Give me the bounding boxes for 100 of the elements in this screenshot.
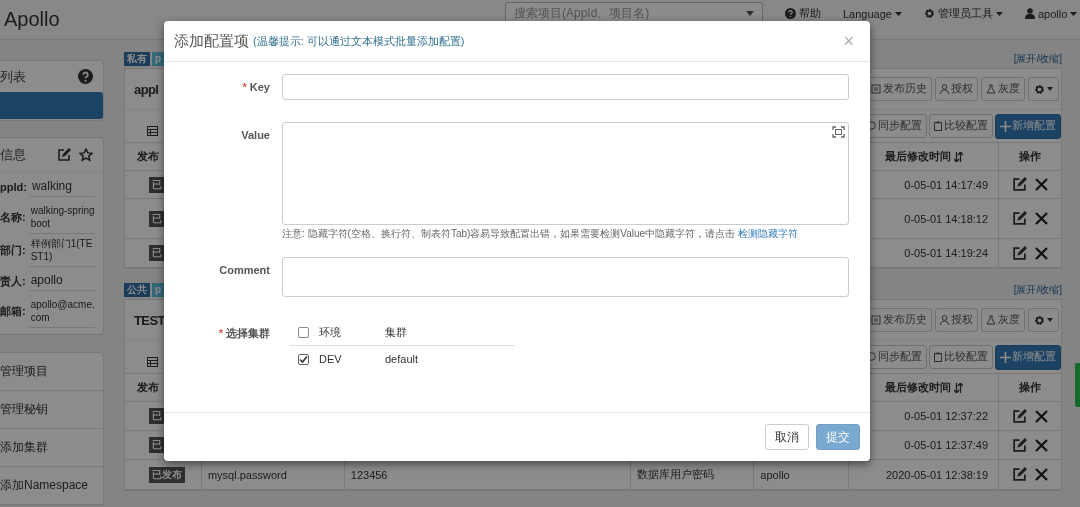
caret-icon xyxy=(1070,11,1078,16)
user-icon xyxy=(1024,8,1035,19)
plus-icon xyxy=(1000,351,1011,363)
status-badge: 已 xyxy=(149,437,165,453)
edit-icon[interactable] xyxy=(1012,177,1028,192)
side-handle[interactable] xyxy=(1075,363,1080,407)
dialog-hint: (温馨提示: 可以通过文本模式批量添加配置) xyxy=(253,33,465,49)
gear-icon xyxy=(1034,83,1045,95)
settings-dropdown-button[interactable] xyxy=(1028,77,1059,101)
field-label: 邮箱: xyxy=(0,304,26,319)
user-icon xyxy=(940,84,949,94)
close-button[interactable]: × xyxy=(837,30,860,52)
edit-icon[interactable] xyxy=(1012,211,1028,226)
fullscreen-icon[interactable] xyxy=(832,126,845,138)
field-value: 样例部门1(TEST1) xyxy=(28,234,95,267)
field-value: walking xyxy=(29,177,95,197)
list-icon xyxy=(871,84,881,94)
clipboard-icon xyxy=(934,120,942,131)
namespace-tag: 公共 xyxy=(124,282,150,297)
field-label: 部门: xyxy=(0,243,26,258)
caret-icon xyxy=(1047,87,1053,91)
toolbar-button[interactable]: 授权 xyxy=(935,308,978,332)
table-cell: 0-05-01 12:37:22 xyxy=(904,410,989,422)
namespace-title: TEST xyxy=(134,312,165,328)
edit-icon[interactable] xyxy=(1012,437,1028,453)
field-label: 责人: xyxy=(0,273,26,289)
help-icon xyxy=(785,8,796,19)
toolbar-button[interactable]: 比较配置 xyxy=(929,344,993,369)
table-cell: default xyxy=(385,353,419,365)
toolbar-button[interactable]: 新增配置 xyxy=(995,113,1061,139)
detect-hidden-characters-link[interactable]: 检测隐藏字符 xyxy=(737,228,798,239)
toolbar-button[interactable]: 灰度 xyxy=(981,308,1025,332)
key-input[interactable] xyxy=(282,74,849,100)
edit-icon[interactable] xyxy=(1012,408,1028,424)
sidebar-menu-item[interactable]: 管理秘钥 xyxy=(0,391,103,429)
sidebar-menu-item[interactable]: 添加Namespace xyxy=(0,467,103,505)
table-cell: 0-05-01 12:37:49 xyxy=(904,439,989,451)
caret-icon xyxy=(1047,318,1053,322)
table-icon[interactable] xyxy=(147,126,158,136)
flask-icon xyxy=(986,315,996,325)
column-header[interactable]: 最后修改时间 xyxy=(884,380,951,395)
delete-icon[interactable] xyxy=(1035,178,1049,191)
column-header: 环境 xyxy=(319,324,342,340)
help-icon[interactable] xyxy=(78,69,93,84)
delete-icon[interactable] xyxy=(1035,468,1049,481)
field-label: ppId: xyxy=(0,181,27,193)
dialog-title: 添加配置项 xyxy=(174,31,249,51)
toolbar-button[interactable]: 授权 xyxy=(935,77,978,101)
table-icon[interactable] xyxy=(147,357,158,367)
table-cell: 2020-05-01 12:38:19 xyxy=(885,468,989,481)
column-header: 操作 xyxy=(1019,149,1042,164)
settings-dropdown-button[interactable] xyxy=(1028,308,1059,332)
delete-icon[interactable] xyxy=(1035,438,1049,452)
toolbar-button[interactable]: 新增配置 xyxy=(995,344,1061,370)
table-cell: 0-05-01 14:18:12 xyxy=(904,212,989,225)
sort-icon[interactable] xyxy=(953,151,963,162)
expand-collapse-link[interactable]: [展开/收缩] xyxy=(1013,282,1062,297)
edit-icon[interactable] xyxy=(1012,245,1028,261)
panel-title: 信息 xyxy=(0,146,27,164)
star-icon[interactable] xyxy=(79,148,93,162)
column-header[interactable]: 最后修改时间 xyxy=(884,149,951,164)
table-cell: 数据库用户密码 xyxy=(637,467,715,482)
toolbar-button[interactable]: 比较配置 xyxy=(929,113,993,138)
column-header: 集群 xyxy=(385,324,407,340)
column-header: 发布 xyxy=(137,380,159,395)
delete-icon[interactable] xyxy=(1035,409,1049,423)
list-icon xyxy=(871,315,881,325)
expand-collapse-link[interactable]: [展开/收缩] xyxy=(1013,51,1062,66)
toolbar-button[interactable]: 灰度 xyxy=(981,77,1025,101)
cluster-checkbox[interactable] xyxy=(298,353,309,365)
sort-icon[interactable] xyxy=(953,382,963,393)
edit-icon[interactable] xyxy=(1012,467,1028,482)
namespace-tag: 私有 xyxy=(124,51,150,66)
field-value: walking-spring boot xyxy=(28,201,95,234)
gear-icon xyxy=(1034,314,1045,326)
table-cell: apollo xyxy=(760,468,790,481)
select-all-checkbox[interactable] xyxy=(298,326,309,338)
status-badge: 已 xyxy=(149,408,165,424)
column-header: 发布 xyxy=(137,149,159,164)
status-badge: 已发布 xyxy=(149,466,185,483)
namespace-title: appl xyxy=(134,81,159,97)
sidebar-menu-item[interactable]: 添加集群 xyxy=(0,429,103,467)
table-cell: mysql.password xyxy=(207,468,287,481)
field-label: 名称: xyxy=(0,210,26,225)
delete-icon[interactable] xyxy=(1035,212,1049,225)
hidden-character-note: 注意: 隐藏字符(空格、换行符、制表符Tab)容易导致配置出错，如果需要检测Value中隐藏字符，请点击 检测隐藏字符 xyxy=(282,227,799,241)
field-value: apollo@acme.com xyxy=(28,295,95,328)
nav-menu-item[interactable]: apollo xyxy=(1024,7,1078,20)
edit-icon[interactable] xyxy=(57,148,71,162)
table-cell: 0-05-01 14:19:24 xyxy=(904,247,989,259)
field-label: * Key xyxy=(241,80,270,93)
cancel-button[interactable]: 取消 xyxy=(765,424,809,450)
sidebar-menu-item[interactable]: 管理项目 xyxy=(0,353,103,391)
nav-menu-item[interactable]: Language xyxy=(843,7,902,20)
nav-menu-item[interactable]: 管理员工具 xyxy=(923,6,1003,21)
namespace-tag: p xyxy=(152,51,165,66)
nav-menu-item[interactable]: 帮助 xyxy=(785,6,821,21)
caret-icon xyxy=(746,11,754,16)
namespace-tag: p xyxy=(152,282,165,297)
delete-icon[interactable] xyxy=(1035,246,1049,260)
